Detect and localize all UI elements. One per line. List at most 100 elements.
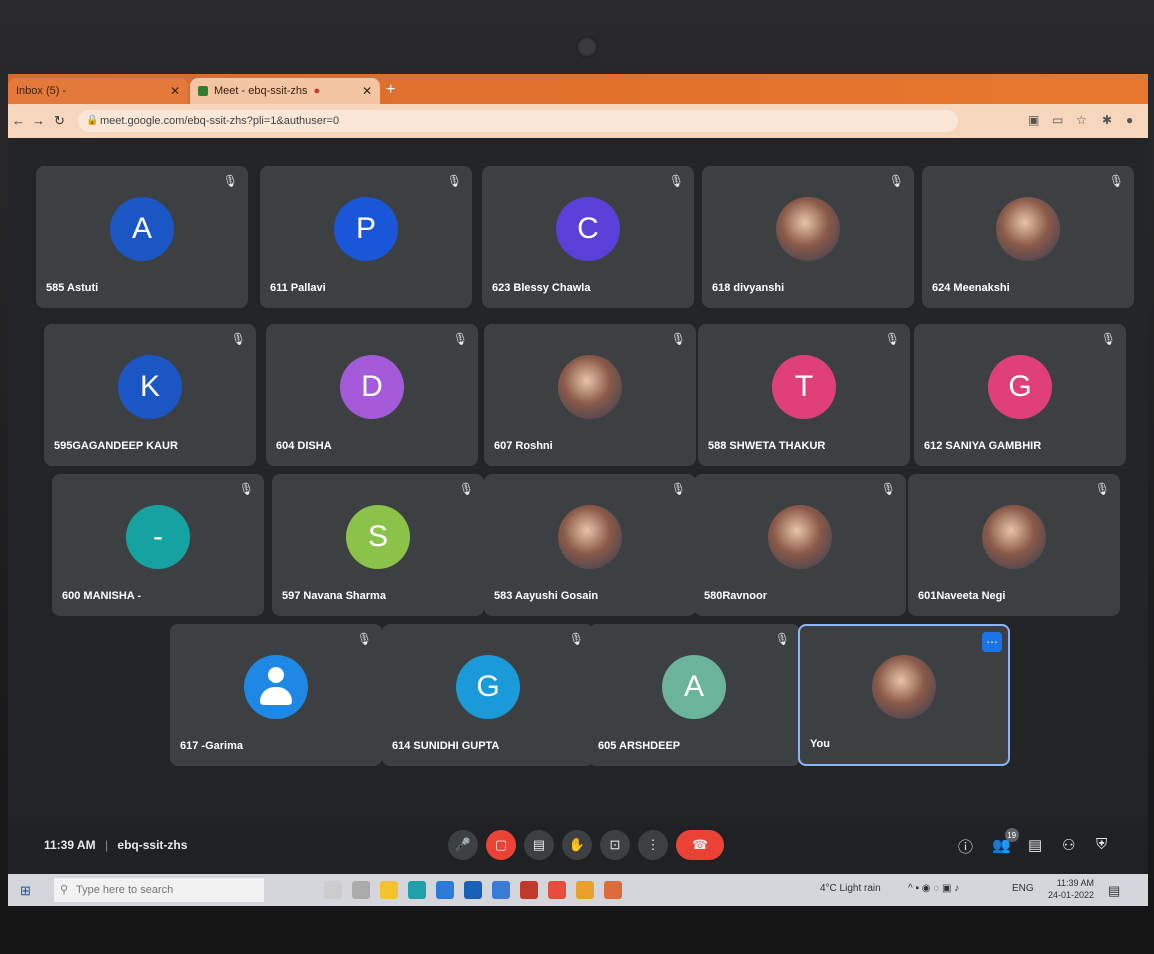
tab-inbox-title: Inbox (5) - (16, 85, 67, 97)
chrome-icon[interactable] (576, 881, 594, 899)
participant-avatar (558, 355, 622, 419)
more-options-icon[interactable]: ⋯ (982, 632, 1002, 652)
participant-tile[interactable]: G 614 SUNIDHI GUPTA 🎙 (382, 624, 594, 766)
mic-off-icon: 🎙 (1108, 174, 1124, 188)
participant-name: 604 DISHA (276, 440, 332, 452)
mail-icon[interactable] (464, 881, 482, 899)
camera-icon[interactable]: ▣ (1028, 113, 1039, 127)
participant-avatar: A (110, 197, 174, 261)
mic-off-icon: 🎙 (1100, 332, 1116, 346)
participant-avatar (768, 505, 832, 569)
widgets-icon[interactable] (352, 881, 370, 899)
participant-tile[interactable]: 607 Roshni 🎙 (484, 324, 696, 466)
mic-off-icon: 🎙 (222, 174, 238, 188)
participant-tile[interactable]: 583 Aayushi Gosain 🎙 (484, 474, 696, 616)
participant-avatar: G (456, 655, 520, 719)
participant-tile[interactable]: 617 -Garima 🎙 (170, 624, 382, 766)
participant-tile[interactable]: A 585 Astuti 🎙 (36, 166, 248, 308)
extensions-icon[interactable]: ✱ (1102, 113, 1112, 127)
participant-name: 607 Roshni (494, 440, 553, 452)
notification-icon[interactable]: ▤ (1108, 883, 1120, 899)
task-view-icon[interactable] (324, 881, 342, 899)
meeting-time: 11:39 AM (44, 838, 96, 852)
meeting-info: 11:39 AM | ebq-ssit-zhs (44, 838, 188, 852)
close-icon[interactable]: ✕ (170, 84, 180, 98)
meet-control-bar: 11:39 AM | ebq-ssit-zhs 🎤 ▢ ▤ ✋ ⊡ ⋮ ☎ ⓘ … (8, 818, 1148, 874)
cast-icon[interactable]: ▭ (1052, 113, 1063, 127)
participant-name: 597 Navana Sharma (282, 590, 386, 602)
participant-name: 605 ARSHDEEP (598, 740, 681, 752)
participant-name: 623 Blessy Chawla (492, 282, 591, 294)
camera-off-icon[interactable]: ▢ (486, 830, 516, 860)
store-icon[interactable] (436, 881, 454, 899)
office-icon[interactable] (520, 881, 538, 899)
people-count-badge: 19 (1004, 828, 1019, 842)
tab-inbox[interactable]: Inbox (5) - ✕ (8, 78, 188, 104)
more-options-icon[interactable]: ⋮ (638, 830, 668, 860)
file-explorer-icon[interactable] (380, 881, 398, 899)
participant-tile[interactable]: - 600 MANISHA - 🎙 (52, 474, 264, 616)
profile-icon[interactable]: ● (1126, 113, 1133, 127)
weather-text[interactable]: 4°C Light rain (820, 883, 881, 894)
participant-tile[interactable]: You ⋯ (798, 624, 1010, 766)
back-icon[interactable]: ← (12, 113, 25, 128)
close-icon[interactable]: ✕ (362, 84, 372, 98)
participant-tile[interactable]: 580Ravnoor 🎙 (694, 474, 906, 616)
windows-start-icon[interactable]: ⊞ (20, 883, 31, 899)
mic-icon[interactable]: 🎤 (448, 830, 478, 860)
opera-icon[interactable] (548, 881, 566, 899)
recording-dot-icon: ● (313, 85, 321, 97)
leave-call-button[interactable]: ☎ (676, 830, 724, 860)
participant-tile[interactable]: A 605 ARSHDEEP 🎙 (588, 624, 800, 766)
info-icon[interactable]: ⓘ (958, 836, 973, 857)
participant-tile[interactable]: 618 divyanshi 🎙 (702, 166, 914, 308)
chat-icon[interactable]: ▤ (1028, 836, 1042, 854)
meeting-code[interactable]: ebq-ssit-zhs (117, 838, 187, 852)
participant-tile[interactable]: T 588 SHWETA THAKUR 🎙 (698, 324, 910, 466)
participant-name: 585 Astuti (46, 282, 99, 294)
participant-avatar (776, 197, 840, 261)
chrome-active-icon[interactable] (604, 881, 622, 899)
tray-icons[interactable]: ^ ▪ ◉ ◌ ▣ ♪ (908, 883, 959, 894)
participant-tile[interactable]: K 595GAGANDEEP KAUR 🎙 (44, 324, 256, 466)
participant-name: 612 SANIYA GAMBHIR (924, 440, 1042, 452)
present-icon[interactable]: ⊡ (600, 830, 630, 860)
captions-icon[interactable]: ▤ (524, 830, 554, 860)
participant-tile[interactable]: P 611 Pallavi 🎙 (260, 166, 472, 308)
taskbar-clock[interactable]: 11:39 AM 24-01-2022 (1048, 877, 1094, 901)
mic-off-icon: 🎙 (1094, 482, 1110, 496)
participant-avatar (558, 505, 622, 569)
browser-tab-strip: Inbox (5) - ✕ Meet - ebq-ssit-zhs ● ✕ + (8, 74, 1148, 104)
windows-taskbar: ⊞ ⚲ Type here to search 4°C Light rain ^… (8, 874, 1148, 906)
url-field[interactable]: 🔒 meet.google.com/ebq-ssit-zhs?pli=1&aut… (78, 110, 958, 132)
participant-name: 614 SUNIDHI GUPTA (392, 740, 500, 752)
participant-name: 624 Meenakshi (932, 282, 1010, 294)
search-icon: ⚲ (60, 884, 69, 896)
activities-icon[interactable]: ⚇ (1062, 836, 1075, 854)
participant-name: You (810, 738, 830, 750)
participant-tile[interactable]: G 612 SANIYA GAMBHIR 🎙 (914, 324, 1126, 466)
participant-tile[interactable]: C 623 Blessy Chawla 🎙 (482, 166, 694, 308)
language-indicator[interactable]: ENG (1012, 883, 1034, 894)
url-text: meet.google.com/ebq-ssit-zhs?pli=1&authu… (100, 115, 340, 127)
tab-meet[interactable]: Meet - ebq-ssit-zhs ● ✕ (190, 78, 380, 104)
raise-hand-icon[interactable]: ✋ (562, 830, 592, 860)
participant-avatar (244, 655, 308, 719)
participant-tile[interactable]: S 597 Navana Sharma 🎙 (272, 474, 484, 616)
host-controls-icon[interactable]: ⛨ (1096, 836, 1107, 853)
taskbar-search-input[interactable]: ⚲ Type here to search (54, 878, 264, 902)
star-icon[interactable]: ☆ (1076, 113, 1087, 127)
participant-tile[interactable]: 601Naveeta Negi 🎙 (908, 474, 1120, 616)
new-tab-button[interactable]: + (386, 81, 395, 99)
participant-tile[interactable]: D 604 DISHA 🎙 (266, 324, 478, 466)
mic-off-icon: 🎙 (446, 174, 462, 188)
participant-avatar (872, 655, 936, 719)
app-icon[interactable] (492, 881, 510, 899)
taskbar-time: 11:39 AM (1056, 878, 1095, 888)
forward-icon[interactable]: → (32, 113, 45, 128)
participant-tile[interactable]: 624 Meenakshi 🎙 (922, 166, 1134, 308)
participant-name: 611 Pallavi (270, 282, 326, 294)
people-icon[interactable]: 👥 19 (992, 828, 1019, 854)
reload-icon[interactable]: ↻ (54, 113, 65, 129)
edge-icon[interactable] (408, 881, 426, 899)
